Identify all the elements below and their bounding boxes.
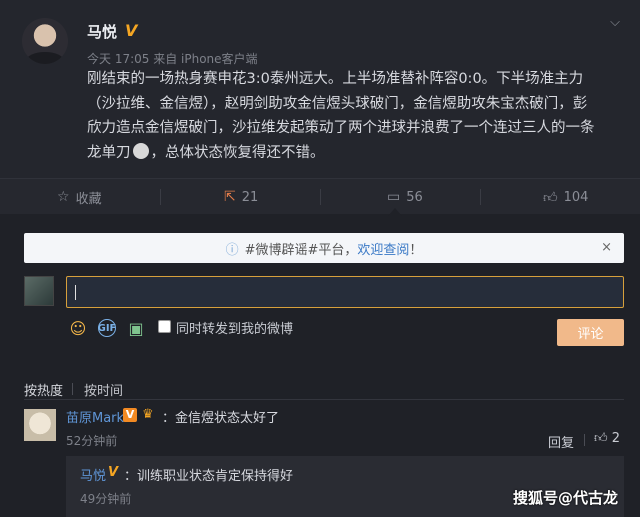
comment-time: 52分钟前 [66,434,118,448]
commenter-avatar[interactable] [24,409,56,441]
thumbs-up-icon: 👍︎ [543,189,558,206]
chevron-down-icon[interactable]: ⌵ [607,15,623,31]
submit-comment-button[interactable]: 评论 [557,319,624,346]
divider [160,189,161,205]
notice-suffix: ！ [409,242,423,258]
reply-author[interactable]: 马悦 [80,465,106,484]
post-line-3: 欣力造点金信煜破门，沙拉维发起策动了两个进球并浪费了一个连过三人的一条 [87,120,595,136]
watermark: 搜狐号@代古龙 [513,489,619,507]
sync-checkbox[interactable] [158,320,171,333]
divider [480,189,481,205]
divider [320,189,321,205]
crown-icon: ♛ [142,407,154,422]
like-button[interactable]: 👍︎ 104 [543,179,588,215]
author-name[interactable]: 马悦 [87,21,117,42]
post-body: 刚结束的一场热身赛申花3:0泰州远大。上半场准替补阵容0:0。下半场准主力 （沙… [87,67,617,165]
repost-icon: ⇱ [224,189,236,205]
post-meta: 今天 17:05 来自 iPhone客户端 [87,52,258,66]
favorite-button[interactable]: ☆ 收藏 [57,179,102,215]
emoji-icon [132,142,149,159]
rumor-notice: ⓘ #微博辟谣#平台， 欢迎查阅 ！ × [24,233,624,263]
author-avatar[interactable] [22,18,68,64]
divider [584,434,585,446]
post-line-4a: 龙单刀 [87,144,131,161]
image-icon[interactable]: ▣ [126,318,146,338]
post-line-4b: ，总体状态恢复得还不错。 [150,144,325,161]
sort-by-hot[interactable]: 按热度 [24,380,63,399]
verified-badge-icon: V [125,21,138,40]
comment-like-count: 2 [611,431,621,446]
verified-badge-icon: V [108,465,119,480]
my-avatar [24,276,54,306]
comment-caret [388,207,402,216]
post-line-2: （沙拉维、金信煜），赵明剑助攻金信煜头球破门，金信煜助攻朱宝杰破门，彭 [87,95,588,112]
comment-text: ：金信煜状态太好了 [162,411,280,426]
commenter-name[interactable]: 苗原Mark [66,407,124,426]
gif-icon[interactable]: GIF [98,319,116,337]
reply-text: ：训练职业状态肯定保持得好 [124,469,294,484]
weibo-post: 马悦 V ⌵ 今天 17:05 来自 iPhone客户端 刚结束的一场热身赛申花… [0,0,640,178]
repost-button[interactable]: ⇱ 21 [224,179,258,215]
reply-time: 49分钟前 [80,492,132,506]
emoji-picker-icon[interactable]: ☺ [68,318,88,338]
divider [24,399,624,400]
info-icon: ⓘ [225,242,239,258]
favorite-label: 收藏 [75,191,102,207]
text-cursor [75,285,76,300]
thumbs-up-icon: 👍︎ [594,431,608,446]
like-count: 104 [563,189,589,205]
vip-badge-icon: V [123,408,137,422]
sync-label: 同时转发到我的微博 [176,322,294,337]
reply-button[interactable]: 回复 [548,432,574,451]
composer-tools: ☺ GIF ▣ [68,318,156,338]
comment-icon: ▭ [387,189,401,205]
comment-input[interactable] [66,276,624,308]
comment-count: 56 [406,189,423,205]
close-icon[interactable]: × [601,240,612,255]
star-icon: ☆ [57,189,70,205]
post-line-1: 刚结束的一场热身赛申花3:0泰州远大。上半场准替补阵容0:0。下半场准主力 [87,71,584,87]
repost-count: 21 [241,189,259,205]
action-bar: ☆ 收藏 ⇱ 21 ▭ 56 👍︎ 104 [0,178,640,214]
comment-like-button[interactable]: 👍︎ 2 [594,431,620,446]
post-line-4: 龙单刀 ，总体状态恢复得还不错。 [87,141,617,166]
divider [72,383,73,395]
notice-prefix: #微博辟谣#平台， [244,242,358,258]
notice-link[interactable]: 欢迎查阅 [357,239,409,258]
sort-by-time[interactable]: 按时间 [84,380,123,399]
